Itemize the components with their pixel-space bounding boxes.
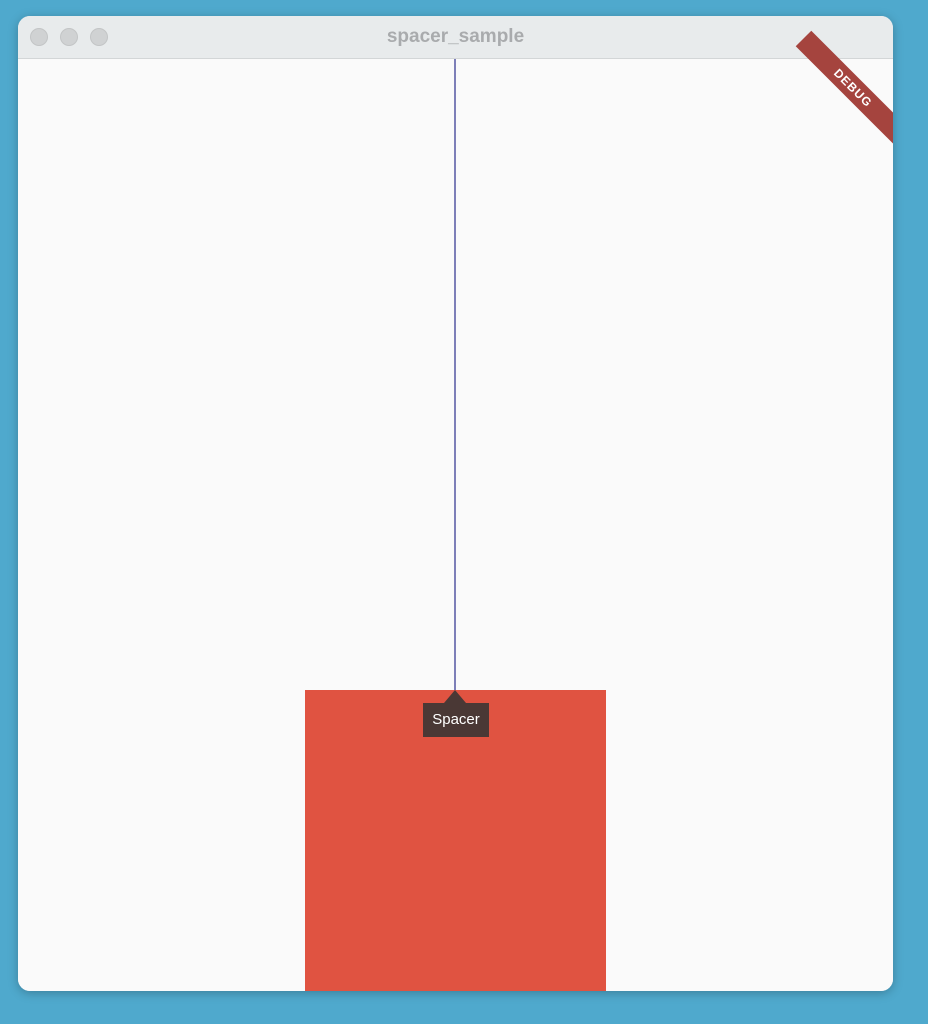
title-bar[interactable]: spacer_sample (18, 16, 893, 59)
spacer-guide-line (454, 59, 456, 690)
window-title: spacer_sample (386, 26, 525, 47)
spacer-tooltip: Spacer (423, 703, 489, 737)
tooltip-arrow (444, 690, 466, 703)
app-content: Spacer DEBUG (18, 30, 893, 991)
app-window: spacer_sample Spacer DEBUG (18, 16, 893, 991)
